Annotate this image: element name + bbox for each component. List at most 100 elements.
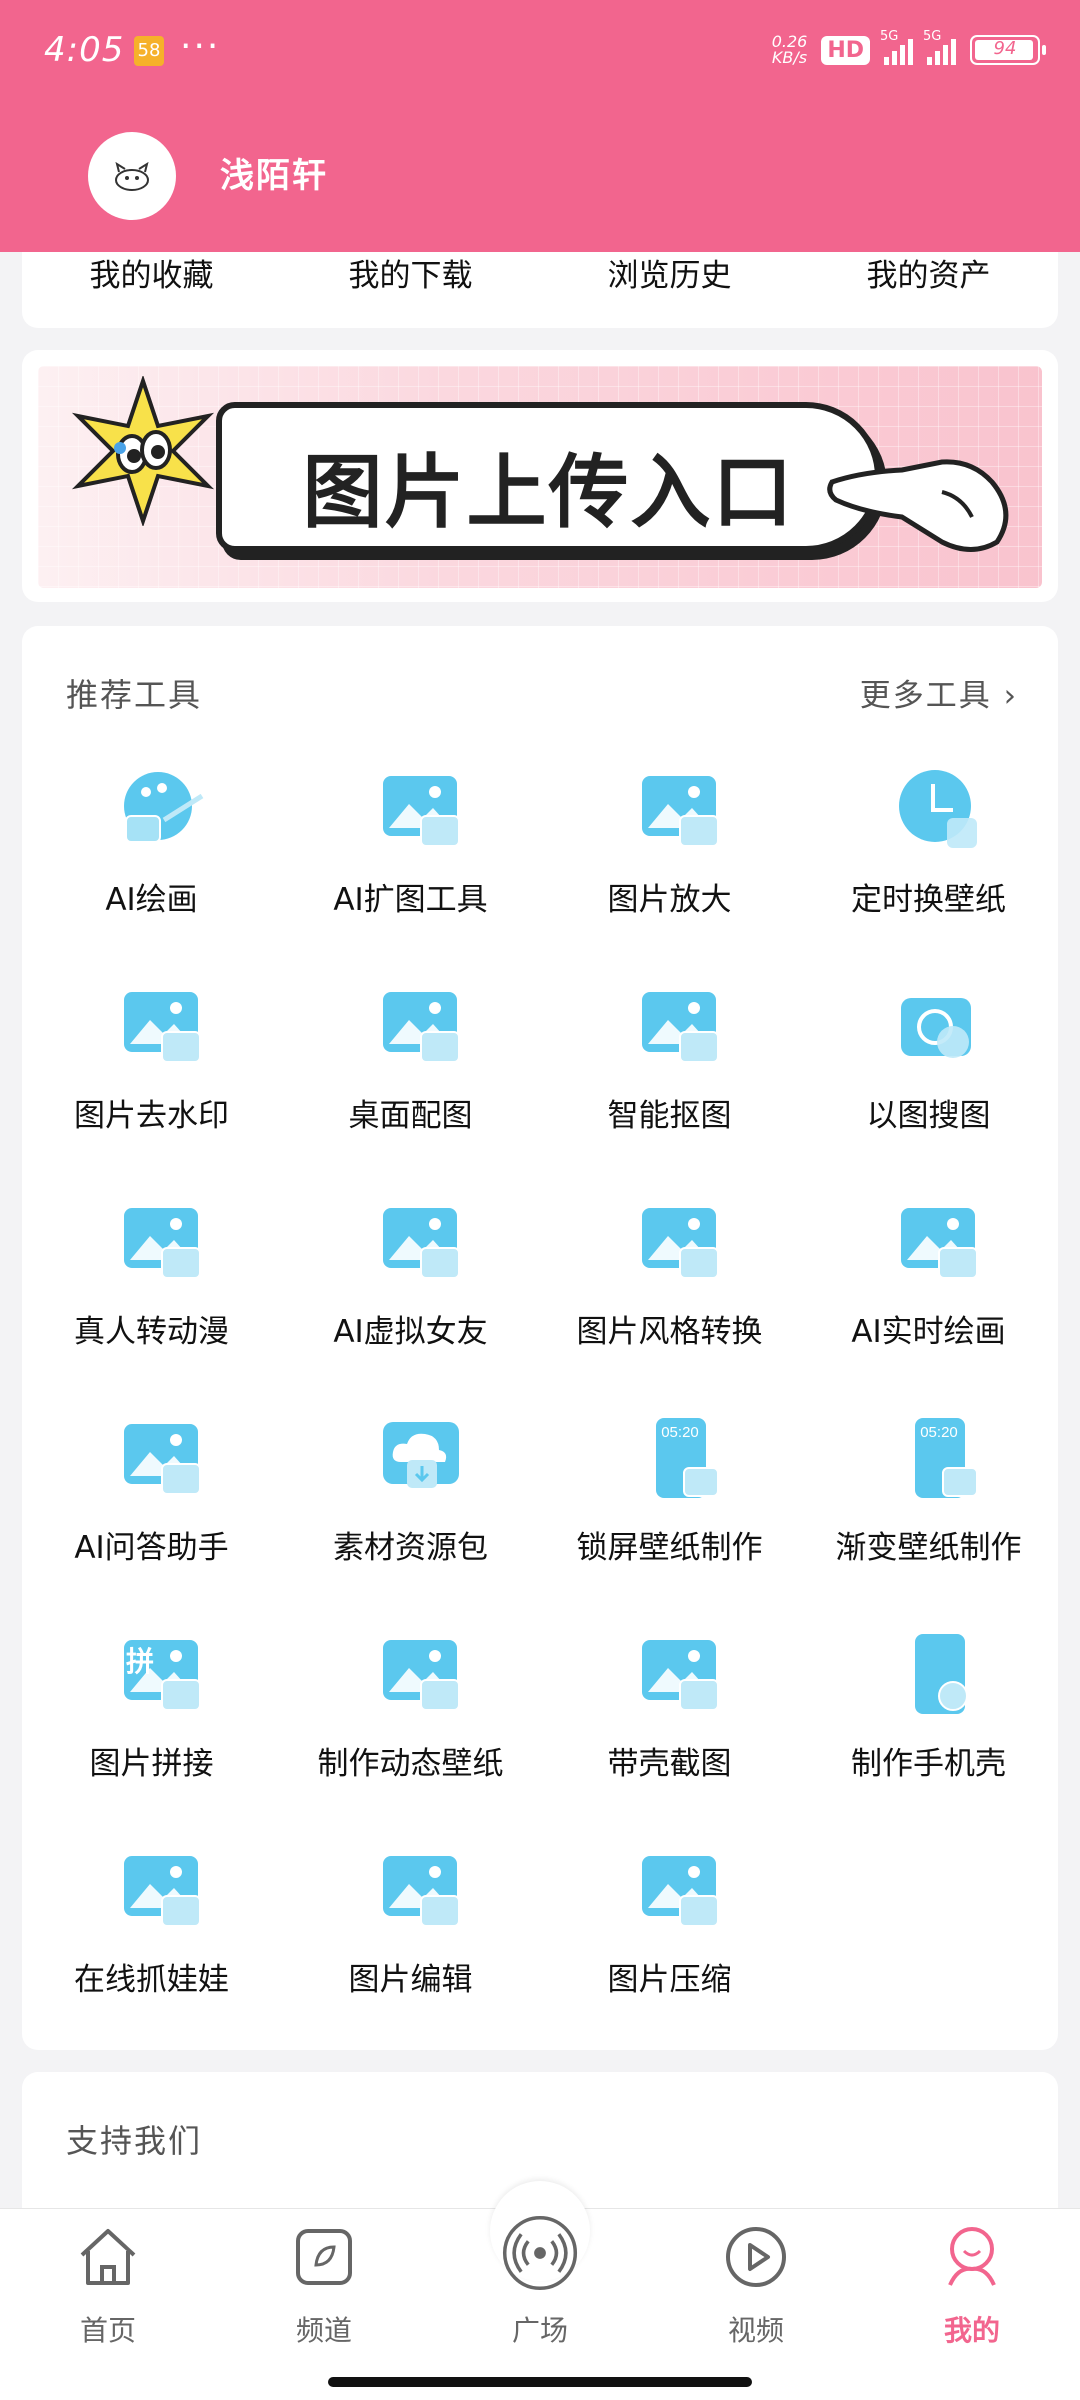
nav-item-square[interactable]: 广场 — [460, 2215, 620, 2353]
notification-badge: 58 — [134, 36, 164, 66]
more-notifications-icon: ··· — [180, 26, 221, 67]
tool-label: AI绘画 — [105, 882, 198, 918]
status-time: 4:05 — [44, 30, 125, 70]
nav-item-video[interactable]: 视频 — [676, 2223, 836, 2353]
tool-item[interactable]: AI扩图工具 — [281, 746, 540, 962]
tool-label: 制作手机壳 — [851, 1746, 1006, 1782]
avatar[interactable] — [88, 132, 176, 220]
nav-item-home[interactable]: 首页 — [28, 2223, 188, 2353]
home-indicator[interactable] — [328, 2377, 752, 2387]
tool-item[interactable]: 桌面配图 — [281, 962, 540, 1178]
profile-icon — [948, 2227, 996, 2286]
tool-item[interactable]: AI虚拟女友 — [281, 1178, 540, 1394]
battery-level: 94 — [993, 38, 1017, 59]
tool-item[interactable]: 在线抓娃娃 — [22, 1826, 281, 2042]
tool-item[interactable]: 素材资源包 — [281, 1394, 540, 1610]
tool-label: 在线抓娃娃 — [74, 1962, 229, 1998]
tool-label: 锁屏壁纸制作 — [576, 1530, 763, 1566]
smart-cutout-icon — [642, 992, 719, 1063]
tool-item[interactable]: 锁屏壁纸制作 05:20 — [540, 1394, 799, 1610]
tool-label: 图片压缩 — [607, 1962, 732, 1998]
tool-label: AI扩图工具 — [333, 882, 488, 918]
status-bar: 4:05 58 ··· 0.26 KB/s HD 5G 5G 94 — [0, 0, 1080, 100]
battery-icon: 94 — [970, 35, 1046, 65]
tool-item[interactable]: 图片放大 — [540, 746, 799, 962]
signal-label-2: 5G — [923, 29, 942, 44]
net-speed: 0.26 KB/s — [772, 34, 808, 66]
banner-title: 图片上传入口 — [302, 446, 795, 539]
tool-label: AI虚拟女友 — [333, 1314, 488, 1350]
broadcast-icon — [502, 2215, 578, 2291]
tool-label: 图片去水印 — [74, 1098, 229, 1134]
tool-label: 以图搜图 — [866, 1098, 991, 1134]
tool-item[interactable]: 以图搜图 — [799, 962, 1058, 1178]
tool-item[interactable]: 图片编辑 — [281, 1826, 540, 2042]
tool-item[interactable]: 制作动态壁纸 — [281, 1610, 540, 1826]
phone-time-text: 05:20 — [920, 1424, 958, 1441]
tool-item[interactable]: 渐变壁纸制作 05:20 — [799, 1394, 1058, 1610]
play-icon — [726, 2227, 786, 2287]
nav-item-channel[interactable]: 频道 — [244, 2223, 404, 2353]
tool-label: 智能抠图 — [607, 1098, 732, 1134]
tool-label: 图片编辑 — [348, 1962, 473, 1998]
upload-banner[interactable]: 图片上传入口 — [38, 366, 1042, 588]
nav-label-mine: 我的 — [943, 2314, 1000, 2347]
banner-card: 图片上传入口 — [22, 350, 1058, 602]
realtime-drawing-icon — [901, 1208, 978, 1279]
image-zoom-icon — [642, 776, 719, 847]
quick-link-history[interactable]: 浏览历史 — [540, 250, 799, 295]
tool-item[interactable]: 智能抠图 — [540, 962, 799, 1178]
tool-item[interactable]: AI问答助手 — [22, 1394, 281, 1610]
style-transfer-icon — [642, 1208, 719, 1279]
pointing-hand-icon — [827, 459, 1009, 552]
claw-machine-icon — [124, 1856, 201, 1927]
phone-case-icon — [915, 1634, 968, 1714]
signal-icon: 5G — [880, 29, 913, 65]
cloud-download-icon — [383, 1422, 459, 1488]
tool-item[interactable]: AI实时绘画 — [799, 1178, 1058, 1394]
home-icon — [80, 2229, 136, 2285]
stitch-glyph: 拼 — [126, 1645, 155, 1678]
tool-item[interactable]: 真人转动漫 — [22, 1178, 281, 1394]
channel-icon — [296, 2229, 352, 2285]
image-edit-icon — [383, 1856, 460, 1927]
signal-label: 5G — [880, 29, 899, 44]
image-compress-icon — [642, 1856, 719, 1927]
support-title: 支持我们 — [66, 2122, 203, 2160]
tool-item[interactable]: 制作手机壳 — [799, 1610, 1058, 1826]
nav-item-mine[interactable]: 我的 — [892, 2223, 1052, 2353]
quick-link-favorites[interactable]: 我的收藏 — [22, 250, 281, 295]
profile-header: 4:05 58 ··· 0.26 KB/s HD 5G 5G 94 浅陌轩 — [0, 0, 1080, 252]
tool-item[interactable]: 图片压缩 — [540, 1826, 799, 2042]
chevron-right-icon: › — [1003, 678, 1018, 714]
device-frame-icon — [642, 1640, 719, 1711]
tool-item[interactable]: 定时换壁纸 — [799, 746, 1058, 962]
nav-label-square: 广场 — [511, 2314, 568, 2347]
tool-item[interactable]: AI绘画 — [22, 746, 281, 962]
watermark-remove-icon — [124, 992, 201, 1063]
starburst-eyes-icon — [71, 376, 215, 526]
section-title: 推荐工具 — [66, 676, 203, 714]
quick-link-assets[interactable]: 我的资产 — [799, 250, 1058, 295]
palette-ai-icon — [124, 772, 204, 843]
net-speed-unit: KB/s — [771, 48, 808, 67]
tool-label: 定时换壁纸 — [851, 882, 1006, 918]
clock-icon — [899, 770, 977, 848]
tool-item[interactable]: 图片去水印 — [22, 962, 281, 1178]
tool-item[interactable]: 带壳截图 — [540, 1610, 799, 1826]
nav-label-channel: 频道 — [295, 2314, 352, 2347]
tool-label: 制作动态壁纸 — [317, 1746, 504, 1782]
tool-item[interactable]: 图片拼接 拼 — [22, 1610, 281, 1826]
expand-image-icon — [383, 776, 460, 847]
more-tools-label: 更多工具 — [859, 678, 992, 714]
quick-link-downloads[interactable]: 我的下载 — [281, 250, 540, 295]
more-tools-link[interactable]: 更多工具 › — [860, 670, 1018, 715]
username[interactable]: 浅陌轩 — [220, 148, 328, 197]
bottom-nav: 首页 频道 广场 视频 我的 — [0, 2181, 1080, 2400]
hd-badge: HD — [821, 35, 870, 65]
tool-label: 带壳截图 — [607, 1746, 732, 1782]
tool-item[interactable]: 图片风格转换 — [540, 1178, 799, 1394]
chat-assistant-icon — [124, 1424, 201, 1495]
tool-label: AI实时绘画 — [851, 1314, 1006, 1350]
nav-label-home: 首页 — [79, 2314, 136, 2347]
